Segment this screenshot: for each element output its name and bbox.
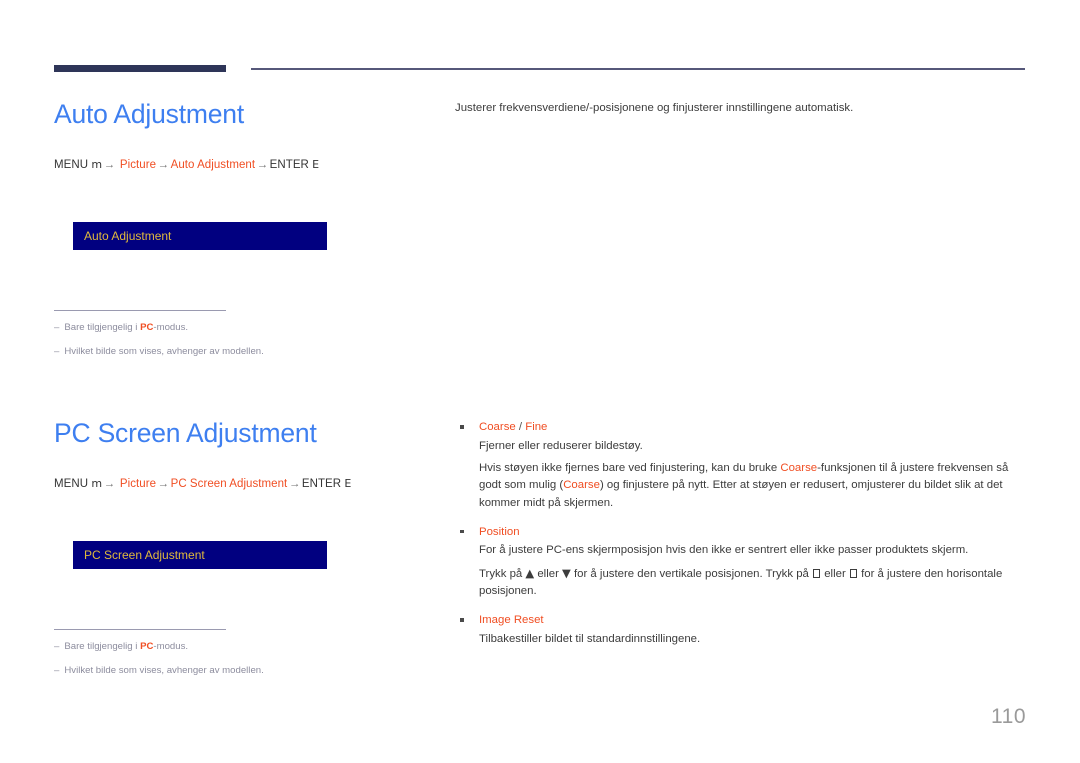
menu-path-arrow-1: → <box>103 478 116 491</box>
footnote-separator <box>54 310 226 312</box>
menu-path-arrow-2: → <box>157 478 170 491</box>
menu-path-prefix: MENU <box>54 478 89 491</box>
menu-path-step-pc-screen-adjustment: PC Screen Adjustment <box>170 478 288 491</box>
feature-body-line-2: Hvis støyen ikke fjernes bare ved finjus… <box>479 461 1009 509</box>
footnote-dash: – <box>54 322 60 334</box>
menu-button-glyph-enter: E <box>312 158 320 172</box>
header-rule-thin <box>251 68 1025 70</box>
footnote-item: – Bare tilgjengelig i PC-modus. <box>54 640 434 654</box>
footnote-text: Bare tilgjengelig i PC-modus. <box>64 322 189 334</box>
footnote-dash: – <box>54 641 60 653</box>
menu-path-step-picture: Picture <box>119 159 157 172</box>
footnote-text: Hvilket bilde som vises, avhenger av mod… <box>64 664 264 676</box>
feature-title-alt: Fine <box>525 421 548 433</box>
osd-menu-label: Auto Adjustment <box>84 229 172 244</box>
feature-title-position: Position <box>479 524 1027 541</box>
inline-highlight-coarse: Coarse <box>780 461 818 474</box>
arrow-right-icon <box>849 568 857 578</box>
feature-body-line-1: Fjerner eller reduserer bildestøy. <box>479 439 643 452</box>
menu-path-arrow-3: → <box>288 478 301 491</box>
document-page: Auto Adjustment MENU m → Picture → Auto Adj… <box>0 0 1080 763</box>
footnotes-auto-adjustment: – Bare tilgjengelig i PC-modus. – Hvilke… <box>54 310 434 359</box>
arrow-left-icon <box>813 568 821 578</box>
list-item-image-reset: Image Reset Tilbakestiller bildet til st… <box>455 612 1027 648</box>
footnote-dash: – <box>54 664 60 676</box>
footnote-separator <box>54 629 226 631</box>
feature-title-separator: / <box>515 421 526 433</box>
menu-button-glyph-menu: m <box>91 158 103 172</box>
list-item-coarse-fine: Coarse / Fine Fjerner eller reduserer bi… <box>455 419 1027 512</box>
menu-button-glyph-enter: E <box>344 477 352 491</box>
feature-title-main: Coarse <box>479 421 516 433</box>
page-title-auto-adjustment: Auto Adjustment <box>54 99 244 129</box>
feature-title-coarse-fine: Coarse / Fine <box>479 419 1027 436</box>
feature-title-image-reset: Image Reset <box>479 612 1027 629</box>
auto-adjustment-description: Justerer frekvensverdiene/-posisjonene o… <box>455 102 854 114</box>
menu-path-prefix: MENU <box>54 159 89 172</box>
footnote-text: Hvilket bilde som vises, avhenger av mod… <box>64 345 264 357</box>
footnote-item: – Hvilket bilde som vises, avhenger av m… <box>54 345 434 359</box>
menu-path-step-auto-adjustment: Auto Adjustment <box>170 159 256 172</box>
page-number: 110 <box>991 705 1026 728</box>
footnote-item: – Hvilket bilde som vises, avhenger av m… <box>54 664 434 678</box>
section-pc-screen-adjustment: PC Screen Adjustment MENU m → Picture → PC … <box>54 418 434 687</box>
osd-menu-auto-adjustment[interactable]: Auto Adjustment <box>73 222 327 251</box>
pc-screen-adjustment-feature-list: Coarse / Fine Fjerner eller reduserer bi… <box>455 419 1027 656</box>
inline-highlight-coarse: Coarse <box>563 479 600 492</box>
arrow-down-icon: ▼ <box>562 565 571 580</box>
footnote-highlight: PC <box>140 641 154 653</box>
menu-path-arrow-2: → <box>157 159 170 172</box>
page-title-pc-screen-adjustment: PC Screen Adjustment <box>54 418 317 448</box>
menu-path-auto-adjustment: MENU m → Picture → Auto Adjustment → ENTER E <box>54 158 434 171</box>
osd-menu-pc-screen-adjustment[interactable]: PC Screen Adjustment <box>73 541 327 570</box>
menu-path-arrow-1: → <box>103 159 116 172</box>
menu-path-pc-screen-adjustment: MENU m → Picture → PC Screen Adjustment → ENT… <box>54 477 434 490</box>
menu-button-glyph-menu: m <box>91 477 103 491</box>
list-item-position: Position For å justere PC-ens skjermposi… <box>455 524 1027 601</box>
menu-path-step-picture: Picture <box>119 478 157 491</box>
menu-path-suffix: ENTER <box>301 478 342 491</box>
feature-body-line-1: For å justere PC-ens skjermposisjon hvis… <box>479 544 969 557</box>
feature-body-line-2: Trykk på ▲ eller ▼ for å justere den ver… <box>479 565 1003 598</box>
feature-title-main: Image Reset <box>479 614 544 627</box>
footnote-highlight: PC <box>140 322 154 334</box>
feature-body-line-1: Tilbakestiller bildet til standardinnsti… <box>479 632 701 645</box>
arrow-up-icon: ▲ <box>525 565 535 580</box>
footnote-dash: – <box>54 345 60 357</box>
menu-path-arrow-3: → <box>256 159 269 172</box>
menu-path-suffix: ENTER <box>269 159 309 172</box>
feature-title-main: Position <box>479 525 520 538</box>
footnote-item: – Bare tilgjengelig i PC-modus. <box>54 321 434 335</box>
section-auto-adjustment: Auto Adjustment MENU m → Picture → Auto Adj… <box>54 99 434 368</box>
footnotes-pc-screen-adjustment: – Bare tilgjengelig i PC-modus. – Hvilke… <box>54 629 434 678</box>
header-rule-thick <box>54 65 226 72</box>
footnote-text: Bare tilgjengelig i PC-modus. <box>64 641 189 653</box>
osd-menu-label: PC Screen Adjustment <box>84 548 205 563</box>
